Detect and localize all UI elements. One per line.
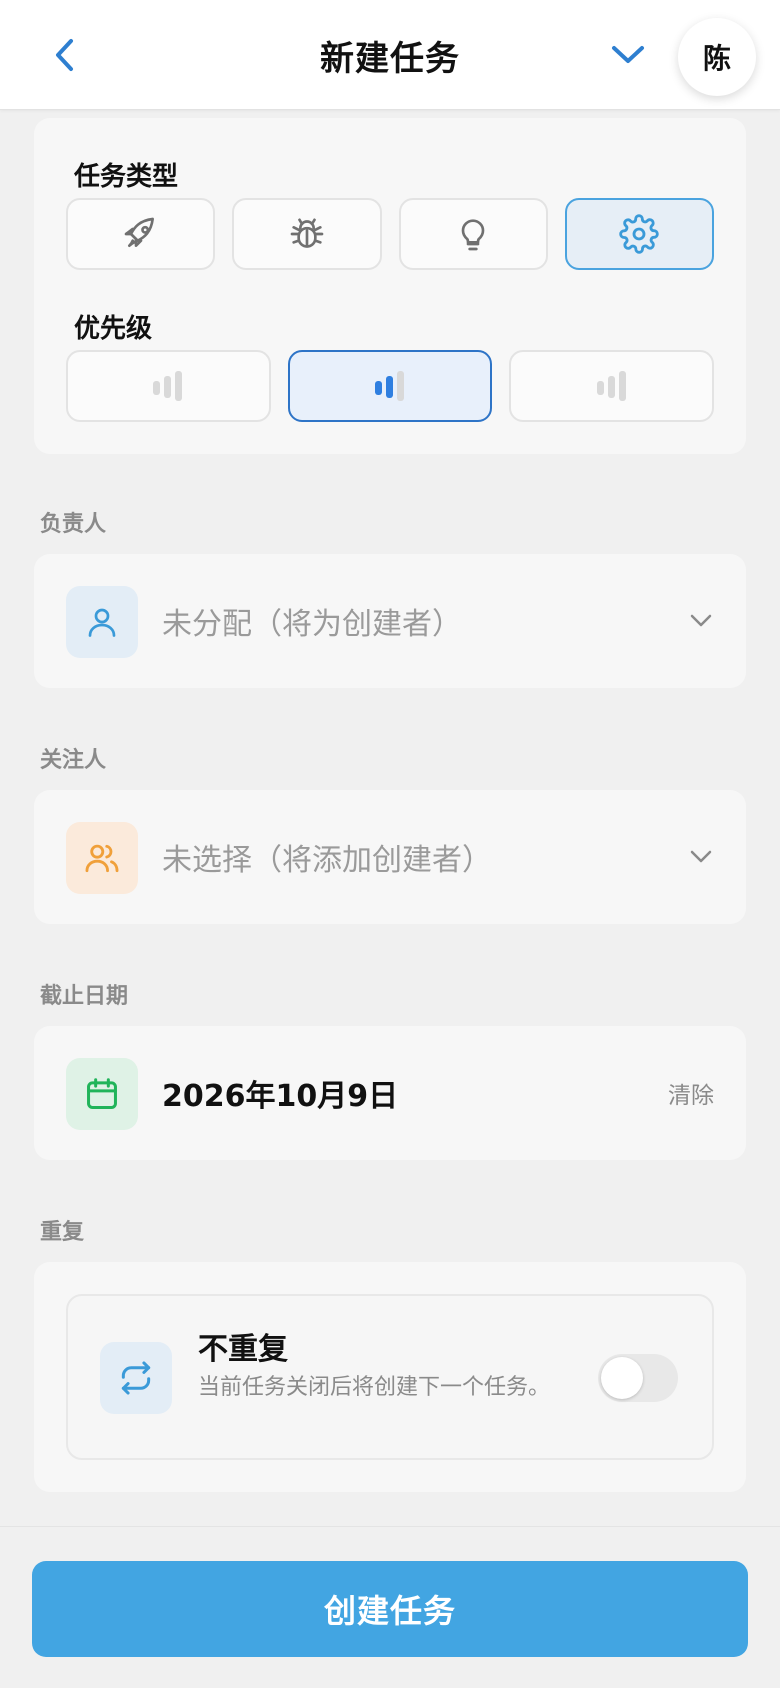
person-icon	[88, 608, 116, 637]
clear-date-button[interactable]: 清除	[668, 1026, 714, 1160]
assignee-section-label: 负责人	[40, 512, 107, 537]
toggle-knob	[601, 1357, 643, 1399]
task-type-settings[interactable]	[564, 198, 714, 270]
task-type-options	[66, 198, 714, 270]
top-bar: 新建任务 陈	[0, 0, 780, 110]
chevron-left-icon	[56, 39, 73, 71]
back-button[interactable]	[40, 30, 90, 80]
task-type-idea[interactable]	[398, 198, 548, 270]
task-type-bug[interactable]	[232, 198, 382, 270]
type-priority-card: 任务类型 优先级	[34, 118, 746, 454]
people-icon	[85, 844, 119, 873]
assignee-chevron	[686, 606, 716, 636]
due-date-value: 2026年10月9日	[162, 1079, 399, 1114]
task-type-label: 任务类型	[74, 162, 179, 192]
priority-medium[interactable]	[287, 350, 493, 422]
repeat-icon-box	[100, 1342, 172, 1414]
assignee-select[interactable]: 未分配（将为创建者）	[34, 554, 746, 688]
chevron-down-icon	[690, 614, 712, 627]
repeat-title: 不重复	[198, 1332, 288, 1367]
priority-low-icon	[153, 371, 183, 401]
repeat-description: 当前任务关闭后将创建下一个任务。	[198, 1375, 551, 1400]
bottom-action-bar: 创建任务	[0, 1526, 780, 1688]
collapse-button[interactable]	[603, 30, 653, 80]
priority-medium-icon	[375, 371, 404, 401]
due-date-icon-box	[66, 1058, 138, 1130]
followers-select[interactable]: 未选择（将添加创建者）	[34, 790, 746, 924]
gear-icon	[619, 214, 660, 254]
repeat-toggle[interactable]	[598, 1354, 678, 1402]
priority-high-icon	[596, 371, 626, 401]
avatar[interactable]: 陈	[678, 18, 756, 96]
priority-label: 优先级	[74, 314, 153, 344]
priority-high[interactable]	[509, 350, 715, 422]
bug-icon	[290, 218, 324, 248]
followers-icon-box	[66, 822, 138, 894]
repeat-section-label: 重复	[40, 1220, 85, 1245]
priority-options	[66, 350, 715, 422]
create-task-button[interactable]: 创建任务	[32, 1561, 748, 1657]
calendar-icon	[87, 1078, 117, 1109]
followers-section-label: 关注人	[40, 748, 107, 773]
followers-value: 未选择（将添加创建者）	[162, 843, 492, 878]
chevron-down-icon	[690, 850, 712, 863]
rocket-icon	[124, 217, 154, 247]
repeat-icon	[121, 1361, 151, 1395]
chevron-down-icon	[612, 46, 644, 63]
repeat-option: 不重复 当前任务关闭后将创建下一个任务。	[66, 1294, 714, 1460]
due-date-section-label: 截止日期	[40, 984, 129, 1009]
repeat-card: 不重复 当前任务关闭后将创建下一个任务。	[34, 1262, 746, 1492]
page-title: 新建任务	[320, 38, 460, 79]
lightbulb-icon	[461, 219, 485, 251]
followers-chevron	[686, 842, 716, 872]
task-type-feature[interactable]	[66, 198, 216, 270]
assignee-icon-box	[66, 586, 138, 658]
due-date-picker[interactable]: 2026年10月9日 清除	[34, 1026, 746, 1160]
priority-low[interactable]	[66, 350, 271, 422]
assignee-value: 未分配（将为创建者）	[162, 607, 462, 642]
